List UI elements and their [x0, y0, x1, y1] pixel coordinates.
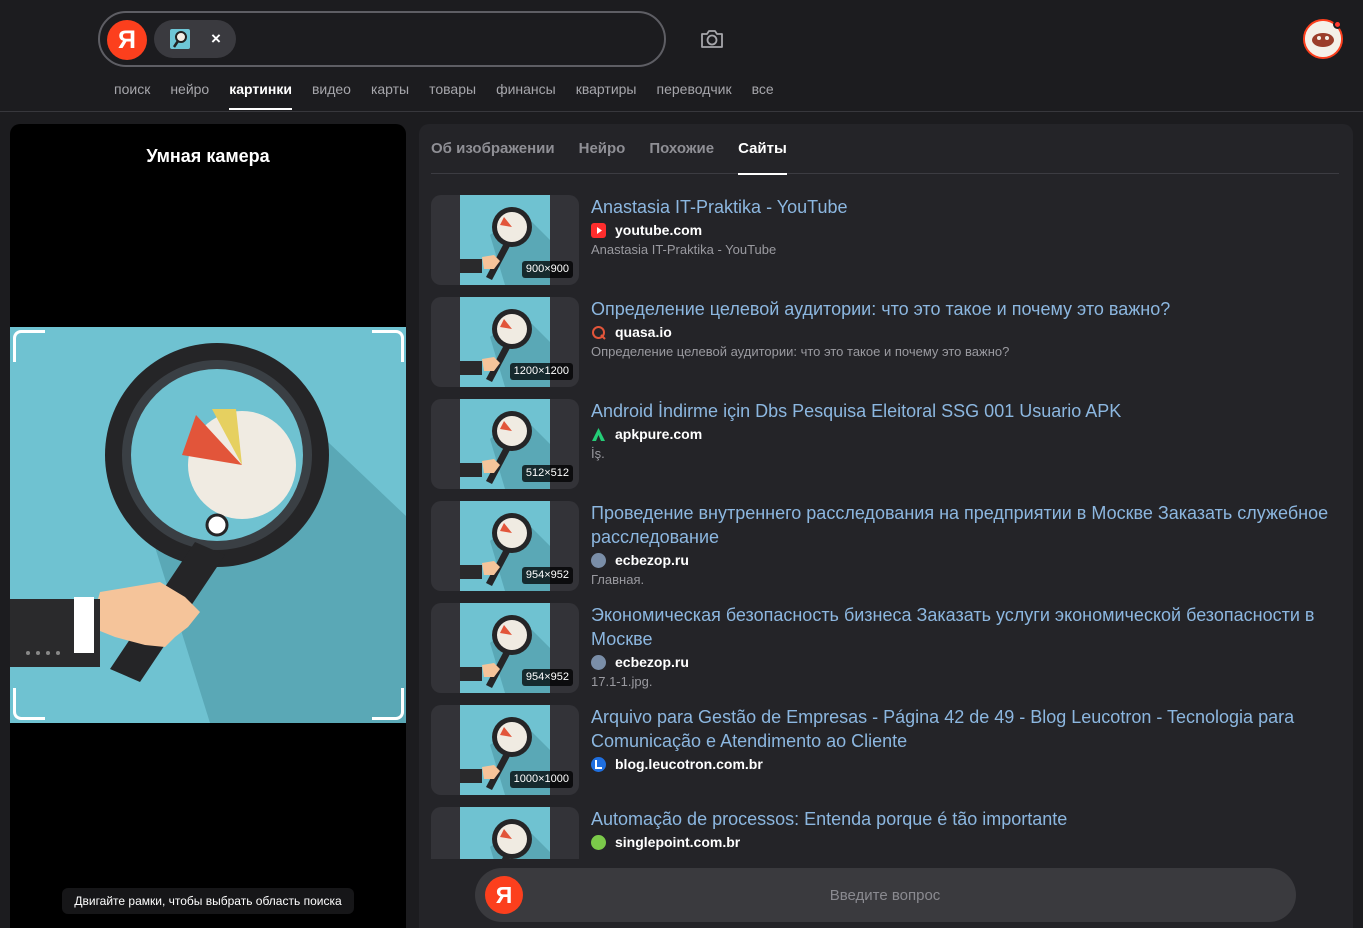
image-size-badge: 900×900: [521, 261, 573, 278]
singlepoint-icon: [591, 834, 606, 850]
result-title-link[interactable]: Android İndirme için Dbs Pesquisa Eleito…: [591, 399, 1343, 423]
nav-item-translator[interactable]: переводчик: [647, 80, 742, 110]
crop-handle-top-left[interactable]: [13, 330, 45, 362]
camera-icon[interactable]: [699, 27, 725, 51]
result-site[interactable]: quasa.io: [591, 323, 672, 341]
ecbezop-icon: [591, 552, 606, 568]
result-title-link[interactable]: Automação de processos: Entenda porque é…: [591, 807, 1343, 831]
image-size-badge: 954×952: [521, 669, 573, 686]
result-site[interactable]: blog.leucotron.com.br: [591, 755, 763, 773]
quasa-icon: [591, 325, 606, 340]
result-thumbnail[interactable]: 1200×1200: [431, 297, 579, 387]
results-panel: Об изображении Нейро Похожие Сайты 900×9…: [419, 124, 1353, 928]
source-image: [10, 327, 406, 723]
result-thumbnail[interactable]: 512×512: [431, 399, 579, 489]
search-box[interactable]: Я ×: [98, 11, 666, 67]
result-description: Anastasia IT-Praktika - YouTube: [591, 242, 777, 257]
nav-item-finance[interactable]: финансы: [486, 80, 566, 110]
result-title-link[interactable]: Arquivo para Gestão de Empresas - Página…: [591, 705, 1343, 753]
result-domain: singlepoint.com.br: [615, 834, 741, 850]
result-domain: blog.leucotron.com.br: [615, 756, 763, 772]
yandex-logo[interactable]: Я: [485, 876, 523, 914]
result-description: İş.: [591, 446, 605, 461]
result-domain: quasa.io: [615, 324, 672, 340]
tab-sites[interactable]: Сайты: [738, 124, 787, 175]
yandex-logo[interactable]: Я: [107, 20, 147, 60]
result-domain: apkpure.com: [615, 426, 703, 442]
result-item[interactable]: 1000×1000 Arquivo para Gestão de Empresa…: [431, 705, 1343, 797]
nav-item-neuro[interactable]: нейро: [160, 80, 219, 110]
result-site[interactable]: ecbezop.ru: [591, 653, 689, 671]
result-site[interactable]: ecbezop.ru: [591, 551, 689, 569]
result-domain: ecbezop.ru: [615, 654, 689, 670]
result-item[interactable]: 512×512 Android İndirme için Dbs Pesquis…: [431, 399, 1343, 491]
image-size-badge: 954×952: [521, 567, 573, 584]
result-item[interactable]: 1200×1200 Определение целевой аудитории:…: [431, 297, 1343, 389]
close-icon[interactable]: ×: [206, 28, 226, 50]
youtube-icon: [591, 222, 606, 238]
image-size-badge: 512×512: [521, 465, 573, 482]
result-thumbnail[interactable]: 900×900: [431, 195, 579, 285]
result-title-link[interactable]: Проведение внутреннего расследования на …: [591, 501, 1343, 549]
crop-area[interactable]: [10, 327, 406, 723]
tab-similar[interactable]: Похожие: [649, 124, 714, 174]
crop-handle-top-right[interactable]: [372, 330, 404, 362]
ask-bar[interactable]: Я: [475, 868, 1296, 922]
nav-item-apartments[interactable]: квартиры: [566, 80, 647, 110]
header: Я × поиск нейро картинки видео карты тов…: [0, 0, 1363, 112]
result-item[interactable]: 954×952 Проведение внутреннего расследов…: [431, 501, 1343, 593]
results-list: 900×900 Anastasia IT-Praktika - YouTube …: [431, 195, 1343, 859]
result-item[interactable]: Automação de processos: Entenda porque é…: [431, 807, 1343, 859]
apkpure-icon: [591, 427, 606, 442]
result-description: Главная.: [591, 572, 645, 587]
result-item[interactable]: 900×900 Anastasia IT-Praktika - YouTube …: [431, 195, 1343, 287]
image-size-badge: 1000×1000: [509, 771, 573, 788]
question-input[interactable]: [535, 868, 1235, 922]
result-thumbnail[interactable]: 954×952: [431, 501, 579, 591]
result-description: Определение целевой аудитории: что это т…: [591, 344, 1010, 359]
leucotron-icon: [591, 756, 606, 772]
result-title-link[interactable]: Экономическая безопасность бизнеса Заказ…: [591, 603, 1343, 651]
result-description: 17.1-1.jpg.: [591, 674, 653, 689]
crop-handle-bottom-right[interactable]: [372, 688, 404, 720]
notification-dot: [1333, 20, 1342, 29]
result-thumbnail[interactable]: [431, 807, 579, 859]
crop-handle-bottom-left[interactable]: [13, 688, 45, 720]
result-item[interactable]: 954×952 Экономическая безопасность бизне…: [431, 603, 1343, 695]
nav-item-search[interactable]: поиск: [104, 80, 160, 110]
nav-item-products[interactable]: товары: [419, 80, 486, 110]
result-site[interactable]: singlepoint.com.br: [591, 833, 740, 851]
ecbezop-icon: [591, 654, 606, 670]
nav-item-maps[interactable]: карты: [361, 80, 419, 110]
results-tabs: Об изображении Нейро Похожие Сайты: [431, 124, 1339, 175]
result-domain: ecbezop.ru: [615, 552, 689, 568]
result-site[interactable]: apkpure.com: [591, 425, 702, 443]
result-thumbnail[interactable]: 954×952: [431, 603, 579, 693]
result-domain: youtube.com: [615, 222, 703, 238]
image-size-badge: 1200×1200: [509, 363, 573, 380]
smart-camera-panel: Умная камера Двигайте рамки, чтобы выбра…: [10, 124, 406, 928]
panel-title: Умная камера: [146, 146, 270, 166]
nav-item-all[interactable]: все: [742, 80, 784, 110]
result-image: [460, 807, 550, 859]
query-image-thumbnail: [170, 29, 190, 49]
search-nav: поиск нейро картинки видео карты товары …: [104, 80, 784, 110]
crop-hint: Двигайте рамки, чтобы выбрать область по…: [62, 888, 354, 914]
nav-item-images[interactable]: картинки: [219, 80, 302, 110]
tab-neuro[interactable]: Нейро: [579, 124, 626, 174]
result-site[interactable]: youtube.com: [591, 221, 702, 239]
tab-about-image[interactable]: Об изображении: [431, 124, 555, 174]
result-thumbnail[interactable]: 1000×1000: [431, 705, 579, 795]
result-title-link[interactable]: Определение целевой аудитории: что это т…: [591, 297, 1343, 321]
image-query-chip[interactable]: ×: [154, 20, 236, 58]
nav-item-video[interactable]: видео: [302, 80, 361, 110]
result-title-link[interactable]: Anastasia IT-Praktika - YouTube: [591, 195, 1343, 219]
